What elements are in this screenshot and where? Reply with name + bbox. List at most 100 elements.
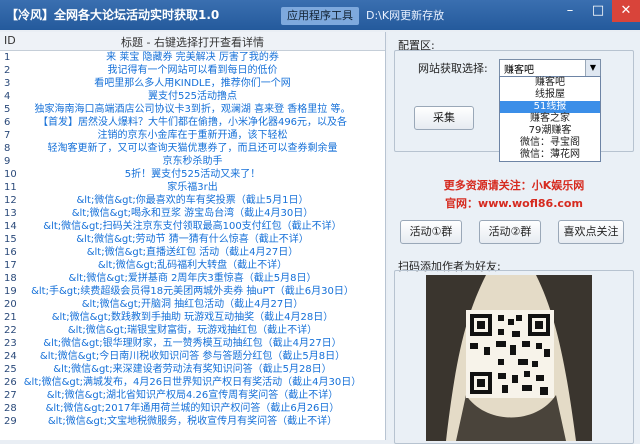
table-row[interactable]: &lt;微信&gt;2017年通用荷兰城的知识产权问答（截止6月26日） 28: [0, 402, 385, 415]
chevron-down-icon[interactable]: ▼: [585, 60, 600, 76]
row-title: 翼支付525活动撸点: [147, 91, 238, 102]
table-row[interactable]: 轻淘客更新了，又可以查询天猫优惠券了，而且还可以查券剩余量 8: [0, 142, 385, 155]
table-row[interactable]: 我记得有一个网站可以看到每日的低价 2: [0, 64, 385, 77]
row-id: 23: [4, 338, 17, 349]
column-header-title[interactable]: 标题 - 右键选择打开查看详情: [0, 34, 385, 50]
table-row[interactable]: 独家海南海口高端酒店公司协议卡3到折，观澜湖 喜来登 香格里拉 等。 5: [0, 103, 385, 116]
row-title: &lt;微信&gt;瑞银宝财富街，玩游戏抽红包（截止不详）: [67, 325, 318, 336]
row-title: &lt;微信&gt;开脑洞 抽红包活动（截止4月27日）: [81, 299, 304, 310]
site-select-label: 网站获取选择:: [418, 62, 488, 75]
table-row[interactable]: &lt;微信&gt;来深建设者劳动法有奖知识问答（截止5月28日） 25: [0, 363, 385, 376]
table-row[interactable]: &lt;微信&gt;瑞银宝财富街，玩游戏抽红包（截止不详） 22: [0, 324, 385, 337]
row-title: &lt;微信&gt;满城发布，4月26日世界知识产权日有奖活动（截止4月30日）: [23, 377, 362, 388]
table-row[interactable]: &lt;微信&gt;喝永和豆浆 游宝岛台湾（截止4月30日） 13: [0, 207, 385, 220]
row-id: 17: [4, 260, 17, 271]
list-rows: 来 莱宝 隐藏券 完美解决 厉害了我的券 1 我记得有一个网站可以看到每日的低价 2 看…: [0, 51, 385, 428]
dropdown-option[interactable]: 赚客之家: [500, 113, 600, 125]
group1-button[interactable]: 活动①群: [400, 220, 462, 244]
row-id: 27: [4, 390, 17, 401]
row-id: 14: [4, 221, 17, 232]
site-select[interactable]: 赚客吧 ▼: [499, 59, 601, 77]
table-row[interactable]: 来 莱宝 隐藏券 完美解决 厉害了我的券 1: [0, 51, 385, 64]
row-id: 29: [4, 416, 17, 427]
row-id: 21: [4, 312, 17, 323]
tab-app-tools[interactable]: 应用程序工具: [281, 7, 359, 25]
row-title: 注销的京东小金库在于重新开通，该下轻松: [97, 130, 288, 141]
app-title: 【冷风】全网各大论坛活动实时获取1.0: [6, 8, 220, 22]
row-title: &lt;微信&gt;2017年通用荷兰城的知识产权问答（截止6月26日）: [45, 403, 340, 414]
activity-list[interactable]: 标题 - 右键选择打开查看详情 ID 来 莱宝 隐藏券 完美解决 厉害了我的券 1…: [0, 32, 386, 440]
row-title: &lt;微信&gt;数践教到手抽助 玩游戏互动抽奖（截止4月28日）: [51, 312, 334, 323]
table-row[interactable]: &lt;微信&gt;爱拼基商 2周年庆3重惊喜（截止5月8日） 18: [0, 272, 385, 285]
row-title: &lt;微信&gt;你最喜欢的车有奖投票（截止5月1日）: [76, 195, 309, 206]
row-title: 我记得有一个网站可以看到每日的低价: [107, 65, 278, 76]
qr-code-image: [426, 275, 592, 441]
close-icon[interactable]: ✕: [612, 0, 640, 22]
table-row[interactable]: &lt;微信&gt;满城发布，4月26日世界知识产权日有奖活动（截止4月30日）…: [0, 376, 385, 389]
row-id: 24: [4, 351, 17, 362]
table-row[interactable]: &lt;微信&gt;开脑洞 抽红包活动（截止4月27日） 20: [0, 298, 385, 311]
row-id: 25: [4, 364, 17, 375]
row-id: 2: [4, 65, 11, 76]
table-row[interactable]: 京东秒杀助手 9: [0, 155, 385, 168]
dropdown-option[interactable]: 微信：薄花网: [500, 149, 600, 161]
row-id: 3: [4, 78, 11, 89]
title-bar: 【冷风】全网各大论坛活动实时获取1.0 应用程序工具 D:\K网更新存放 – □…: [0, 0, 640, 30]
table-row[interactable]: &lt;微信&gt;扫码关注京东支付领取最高100支付红包（截止不详） 14: [0, 220, 385, 233]
row-id: 28: [4, 403, 17, 414]
row-id: 1: [4, 52, 11, 63]
dropdown-option[interactable]: 79潮赚客: [500, 125, 600, 137]
dropdown-option[interactable]: 微信：寻宝阁: [500, 137, 600, 149]
row-title: 家乐福3r出: [167, 182, 218, 193]
row-id: 26: [4, 377, 17, 388]
dropdown-option[interactable]: 线报屋: [500, 89, 600, 101]
table-row[interactable]: &lt;微信&gt;文宝地税微服务，税收宣传月有奖问答（截止不详） 29: [0, 415, 385, 428]
row-title: 来 莱宝 隐藏券 完美解决 厉害了我的券: [106, 52, 279, 63]
row-title: &lt;微信&gt;喝永和豆浆 游宝岛台湾（截止4月30日）: [71, 208, 314, 219]
collect-button[interactable]: 采集: [414, 106, 474, 130]
table-row[interactable]: 注销的京东小金库在于重新开通，该下轻松 7: [0, 129, 385, 142]
dropdown-option[interactable]: 赚客吧: [500, 77, 600, 89]
row-title: 轻淘客更新了，又可以查询天猫优惠券了，而且还可以查券剩余量: [47, 143, 338, 154]
row-title: 5折！翼支付525活动又来了！: [124, 169, 261, 180]
row-id: 11: [4, 182, 17, 193]
table-row[interactable]: 看吧里那么多人用KINDLE，推荐你们一个网 3: [0, 77, 385, 90]
tab-path[interactable]: D:\K网更新存放: [360, 7, 450, 25]
group2-button[interactable]: 活动②群: [479, 220, 541, 244]
site-dropdown[interactable]: 赚客吧 线报屋 51线报 赚客之家 79潮赚客 微信：寻宝阁 微信：薄花网: [499, 76, 601, 162]
row-title: 京东秒杀助手: [162, 156, 223, 167]
row-id: 10: [4, 169, 17, 180]
like-follow-button[interactable]: 喜欢点关注: [558, 220, 624, 244]
column-header-id[interactable]: ID: [4, 34, 16, 47]
row-title: &lt;微信&gt;扫码关注京东支付领取最高100支付红包（截止不详）: [43, 221, 342, 232]
maximize-icon[interactable]: □: [584, 0, 612, 22]
table-row[interactable]: &lt;微信&gt;乱码福利大转盘（截止不详） 17: [0, 259, 385, 272]
minimize-icon[interactable]: –: [556, 0, 584, 22]
table-row[interactable]: &lt;微信&gt;你最喜欢的车有奖投票（截止5月1日） 12: [0, 194, 385, 207]
row-id: 6: [4, 117, 11, 128]
table-row[interactable]: &lt;微信&gt;直播送红包 活动（截止4月27日） 16: [0, 246, 385, 259]
row-id: 18: [4, 273, 17, 284]
table-row[interactable]: 家乐福3r出 11: [0, 181, 385, 194]
dropdown-option[interactable]: 51线报: [500, 101, 600, 113]
row-title: &lt;微信&gt;今日南川税收知识问答 参与答题分红包（截止5月8日）: [39, 351, 346, 362]
row-title: &lt;手&gt;续费超级会员得18元美团两城外卖券 抽uPT（截止6月30日）: [31, 286, 354, 297]
promo-website: 官网：www.wofl86.com: [445, 197, 583, 210]
table-row[interactable]: &lt;手&gt;续费超级会员得18元美团两城外卖券 抽uPT（截止6月30日）…: [0, 285, 385, 298]
row-id: 15: [4, 234, 17, 245]
row-title: &lt;微信&gt;乱码福利大转盘（截止不详）: [97, 260, 288, 271]
promo-line-1: 更多资源请关注：小K娱乐网: [443, 179, 585, 192]
table-row[interactable]: &lt;微信&gt;劳动节 猜一猜有什么惊喜（截止不详） 15: [0, 233, 385, 246]
table-row[interactable]: &lt;微信&gt;今日南川税收知识问答 参与答题分红包（截止5月8日） 24: [0, 350, 385, 363]
row-id: 12: [4, 195, 17, 206]
table-row[interactable]: 翼支付525活动撸点 4: [0, 90, 385, 103]
row-title: &lt;微信&gt;爱拼基商 2周年庆3重惊喜（截止5月8日）: [68, 273, 317, 284]
list-header: 标题 - 右键选择打开查看详情 ID: [0, 32, 385, 51]
table-row[interactable]: &lt;微信&gt;湖北省知识产权局4.26宣传周有奖问答（截止不详） 27: [0, 389, 385, 402]
table-row[interactable]: 【首发】居然没人爆料？大牛们都在偷撸，小米净化器496元，以及各 6: [0, 116, 385, 129]
row-title: &lt;微信&gt;银华理财家，五一赞秀模互动抽红包（截止4月27日）: [43, 338, 342, 349]
table-row[interactable]: &lt;微信&gt;银华理财家，五一赞秀模互动抽红包（截止4月27日） 23: [0, 337, 385, 350]
table-row[interactable]: &lt;微信&gt;数践教到手抽助 玩游戏互动抽奖（截止4月28日） 21: [0, 311, 385, 324]
row-id: 4: [4, 91, 11, 102]
table-row[interactable]: 5折！翼支付525活动又来了！ 10: [0, 168, 385, 181]
